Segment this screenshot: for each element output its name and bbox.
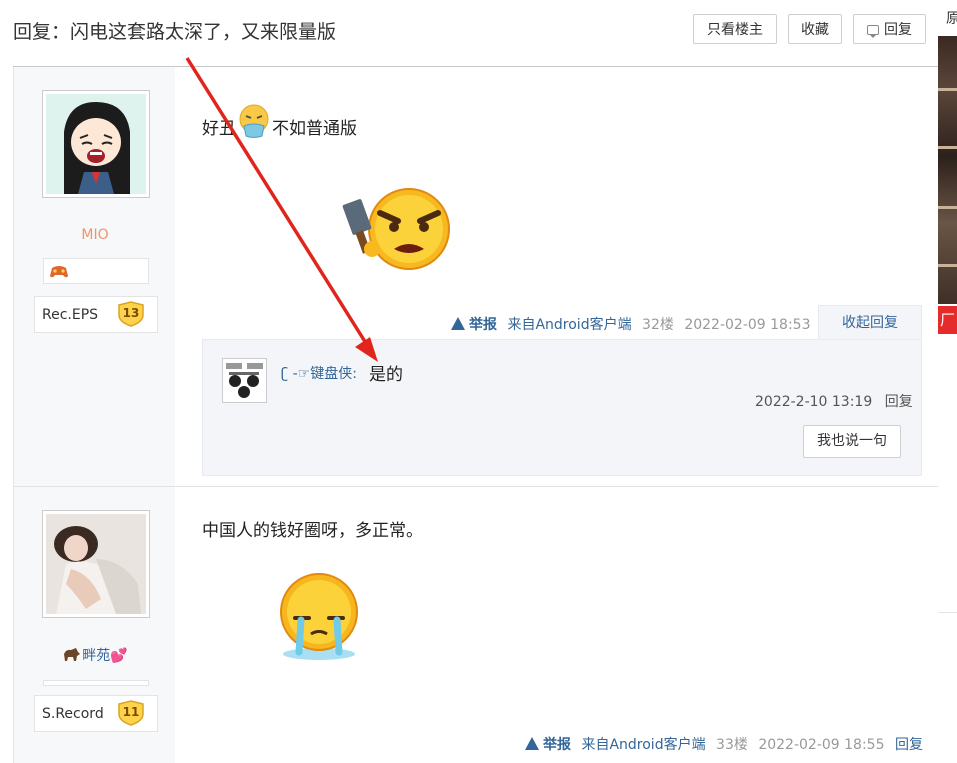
right-sidebar: 原 厂 bbox=[938, 0, 957, 762]
reply-text: 是的 bbox=[369, 365, 403, 385]
sick-emoji-icon bbox=[239, 104, 269, 138]
author-panel: 畔苑💕 S.Record 11 bbox=[13, 487, 175, 763]
author-panel: MIO Rec.EPS 13 bbox=[13, 67, 175, 486]
sidebar-ad-image[interactable] bbox=[938, 36, 957, 304]
reply-reply-link[interactable]: 回复 bbox=[885, 394, 913, 410]
rank-box: S.Record 11 bbox=[34, 695, 158, 732]
username[interactable]: MIO bbox=[14, 227, 176, 243]
level-number: 11 bbox=[122, 705, 140, 719]
reply-meta: 2022-2-10 13:19 回复 bbox=[755, 391, 913, 411]
rank-box: Rec.EPS 13 bbox=[34, 296, 158, 333]
warning-icon bbox=[451, 317, 465, 330]
level-number: 13 bbox=[122, 306, 140, 320]
avatar[interactable] bbox=[42, 510, 150, 618]
say-something-button[interactable]: 我也说一句 bbox=[803, 425, 901, 458]
post-32: MIO Rec.EPS 13 好丑 不如普通版 举报 来自Android客户端 … bbox=[13, 66, 938, 486]
medal-row bbox=[43, 680, 149, 686]
sidebar-divider bbox=[938, 612, 957, 613]
post-content: 中国人的钱好圈呀，多正常。 举报 来自Android客户端 33楼 2022-0… bbox=[202, 487, 923, 763]
reply-time: 2022-2-10 13:19 bbox=[755, 394, 873, 410]
collapse-replies-button[interactable]: 收起回复 bbox=[818, 305, 922, 339]
reply-username[interactable]: ʗ -☞键盘侠: bbox=[281, 363, 357, 383]
post-text: 中国人的钱好圈呀，多正常。 bbox=[202, 521, 423, 541]
hearts-icon: 💕 bbox=[110, 648, 128, 664]
level-badge-icon: 13 bbox=[117, 301, 145, 327]
report-link[interactable]: 举报 bbox=[451, 317, 497, 333]
avatar[interactable] bbox=[42, 90, 150, 198]
favorite-button[interactable]: 收藏 bbox=[788, 14, 842, 44]
post-text: 好丑 不如普通版 bbox=[202, 104, 357, 140]
post-meta: 举报 来自Android客户端 32楼 2022-02-09 18:53 bbox=[451, 314, 811, 334]
floor-number: 32楼 bbox=[642, 317, 674, 333]
thread-title: 回复：闪电这套路太深了，又来限量版 bbox=[13, 21, 337, 43]
sidebar-ad-badge[interactable]: 厂 bbox=[938, 306, 957, 334]
medal-row bbox=[43, 258, 149, 284]
reply-button-label: 回复 bbox=[884, 22, 912, 38]
comment-icon bbox=[867, 25, 879, 38]
reply-link[interactable]: 回复 bbox=[895, 737, 923, 753]
post-time: 2022-02-09 18:53 bbox=[684, 317, 811, 333]
rank-title: Rec.EPS bbox=[42, 307, 99, 323]
floor-number: 33楼 bbox=[716, 737, 748, 753]
client-source-link[interactable]: 来自Android客户端 bbox=[581, 737, 705, 753]
thread-header: 回复：闪电这套路太深了，又来限量版 只看楼主 收藏 回复 bbox=[0, 0, 938, 66]
angry-cleaver-emoji-icon bbox=[342, 188, 450, 270]
level-badge-icon: 11 bbox=[117, 700, 145, 726]
post-time: 2022-02-09 18:55 bbox=[758, 737, 885, 753]
sidebar-heading-char: 原 bbox=[946, 11, 957, 27]
post-text-part1: 好丑 bbox=[202, 119, 236, 139]
username[interactable]: 畔苑💕 bbox=[14, 645, 176, 665]
client-source-link[interactable]: 来自Android客户端 bbox=[507, 317, 631, 333]
reply-avatar[interactable] bbox=[222, 358, 267, 403]
gamepad-medal-icon[interactable] bbox=[49, 262, 69, 280]
reply-thread: ʗ -☞键盘侠: 是的 2022-2-10 13:19 回复 我也说一句 bbox=[202, 339, 922, 476]
warning-icon bbox=[525, 737, 539, 750]
post-text-part2: 不如普通版 bbox=[272, 119, 357, 139]
crying-emoji-icon bbox=[280, 573, 358, 660]
only-op-button[interactable]: 只看楼主 bbox=[693, 14, 777, 44]
reply-button[interactable]: 回复 bbox=[853, 14, 926, 44]
rank-title: S.Record bbox=[42, 706, 104, 722]
post-meta: 举报 来自Android客户端 33楼 2022-02-09 18:55 回复 bbox=[525, 734, 923, 754]
post-33: 畔苑💕 S.Record 11 中国人的钱好圈呀，多正常。 举报 来自Andro… bbox=[13, 486, 938, 763]
dog-icon bbox=[64, 648, 81, 661]
report-link[interactable]: 举报 bbox=[525, 737, 571, 753]
